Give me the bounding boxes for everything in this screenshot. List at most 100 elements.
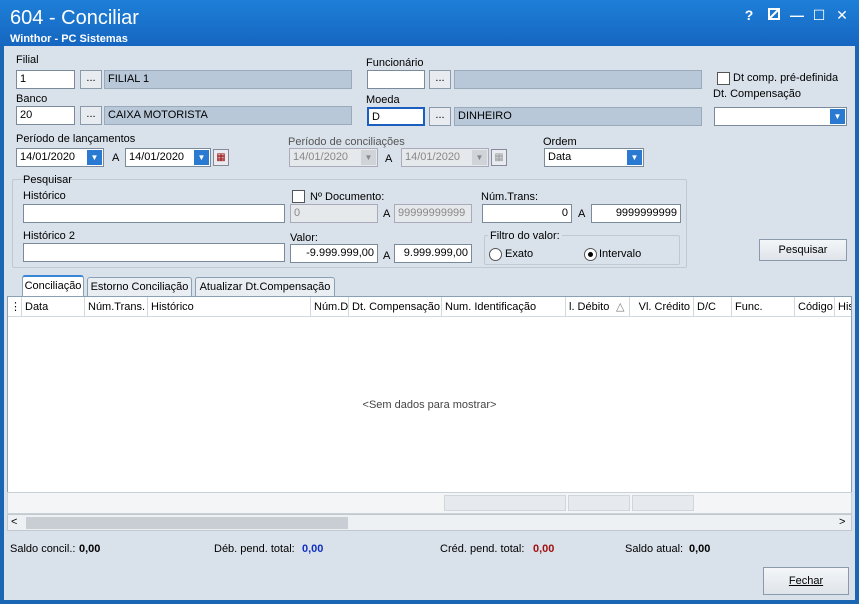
scrollbar-thumb[interactable] (26, 517, 348, 529)
ordem-select[interactable]: Data ▼ (544, 148, 644, 167)
periodo-conciliacoes-separator: A (385, 153, 393, 165)
historico2-input[interactable] (23, 243, 285, 262)
column-header-num-identificacao[interactable]: Num. Identificação (442, 297, 566, 317)
dt-compensacao-label: Dt. Compensação (713, 88, 802, 100)
column-header-dt-compensacao[interactable]: Dt. Compensação (349, 297, 442, 317)
horizontal-scrollbar[interactable]: < > (7, 514, 852, 531)
title-bar: 604 - Conciliar Winthor - PC Sistemas ? … (0, 0, 859, 46)
dt-compensacao-select[interactable]: ▼ (714, 107, 847, 126)
column-chooser-icon[interactable]: ⋮ (8, 297, 22, 317)
ndoc-separator: A (383, 208, 391, 220)
numtrans-separator: A (578, 208, 586, 220)
scroll-left-icon[interactable]: < (11, 515, 17, 530)
funcionario-label: Funcionário (366, 57, 424, 69)
tab-estorno-conciliacao[interactable]: Estorno Conciliação (87, 277, 192, 296)
scroll-right-icon[interactable]: > (839, 515, 845, 530)
banco-lookup-button[interactable]: ... (80, 106, 102, 125)
tab-atualizar-dt-compensacao[interactable]: Atualizar Dt.Compensação (195, 277, 335, 296)
pesquisar-button[interactable]: Pesquisar (759, 239, 847, 261)
saldo-atual-label: Saldo atual: (625, 543, 684, 555)
column-header-func[interactable]: Func. (732, 297, 795, 317)
numtrans-to-input[interactable]: 9999999999 (591, 204, 681, 223)
filtro-valor-label: Filtro do valor: (488, 230, 562, 242)
chevron-down-icon[interactable]: ▼ (87, 150, 102, 165)
moeda-code-input[interactable]: D (367, 107, 425, 126)
intervalo-radio[interactable] (584, 248, 597, 261)
minimize-button[interactable]: — (789, 8, 805, 22)
form-body: Filial 1 ... FILIAL 1 Funcionário ... Dt… (4, 46, 855, 600)
calendar-icon: ▦ (491, 149, 507, 166)
ndoc-checkbox[interactable] (292, 190, 305, 203)
valor-from-input[interactable]: -9.999.999,00 (290, 244, 378, 263)
column-header-vl-debito-label: l. Débito (569, 301, 610, 313)
funcionario-code-input[interactable] (367, 70, 425, 89)
banco-code-input[interactable]: 20 (16, 106, 75, 125)
chevron-down-icon: ▼ (361, 150, 376, 165)
column-header-data[interactable]: Data (22, 297, 85, 317)
column-header-numtrans[interactable]: Núm.Trans. (85, 297, 148, 317)
historico-label: Histórico (23, 190, 66, 202)
chevron-down-icon[interactable]: ▼ (194, 150, 209, 165)
dt-comp-checkbox[interactable] (717, 72, 730, 85)
column-header-numdoc[interactable]: Núm.Do (311, 297, 349, 317)
cred-pend-total-label: Créd. pend. total: (440, 543, 525, 555)
dt-comp-checkbox-label: Dt comp. pré-definida (733, 72, 839, 84)
footer-cell (568, 495, 630, 511)
column-header-codigo[interactable]: Código (795, 297, 835, 317)
funcionario-name-field (454, 70, 702, 89)
periodo-lancamentos-label: Período de lançamentos (16, 133, 136, 145)
periodo-lancamentos-to-input[interactable]: 14/01/2020 ▼ (125, 148, 211, 167)
historico-input[interactable] (23, 204, 285, 223)
tab-conciliacao[interactable]: Conciliação (22, 275, 84, 296)
intervalo-label: Intervalo (599, 248, 642, 260)
filial-lookup-button[interactable]: ... (80, 70, 102, 89)
moeda-name-field: DINHEIRO (454, 107, 702, 126)
deb-pend-total-label: Déb. pend. total: (214, 543, 295, 555)
close-window-button[interactable]: ✕ (834, 8, 850, 22)
periodo-conciliacoes-label: Período de conciliações (288, 136, 405, 148)
filial-label: Filial (16, 54, 39, 66)
column-header-vl-credito[interactable]: Vl. Crédito (630, 297, 694, 317)
historico2-label: Histórico 2 (23, 230, 75, 242)
pesquisar-group-label: Pesquisar (23, 174, 72, 186)
valor-label: Valor: (290, 232, 318, 244)
filial-code-input[interactable]: 1 (16, 70, 75, 89)
chevron-down-icon[interactable]: ▼ (830, 109, 845, 124)
filial-name-field: FILIAL 1 (104, 70, 352, 89)
moeda-lookup-button[interactable]: ... (429, 107, 451, 126)
restore-icon[interactable] (766, 8, 782, 22)
column-header-vl-debito[interactable]: l. Débito △ (566, 297, 630, 317)
chevron-down-icon: ▼ (472, 150, 487, 165)
empty-grid-message: <Sem dados para mostrar> (362, 399, 497, 411)
saldo-atual-value: 0,00 (689, 543, 711, 555)
periodo-lancamentos-from-input[interactable]: 14/01/2020 ▼ (16, 148, 104, 167)
help-button[interactable]: ? (741, 8, 757, 22)
ordem-value: Data (548, 151, 572, 163)
ndoc-to-input: 99999999999 (394, 204, 472, 223)
maximize-button[interactable]: ☐ (811, 8, 827, 22)
moeda-label: Moeda (366, 94, 400, 106)
exato-label: Exato (505, 248, 534, 260)
funcionario-lookup-button[interactable]: ... (429, 70, 451, 89)
footer-cell (444, 495, 566, 511)
periodo-lancamentos-to-value: 14/01/2020 (129, 151, 185, 163)
grid-footer (7, 492, 852, 514)
numtrans-label: Núm.Trans: (481, 191, 539, 203)
valor-to-input[interactable]: 9.999.999,00 (394, 244, 472, 263)
fechar-button[interactable]: Fechar (763, 567, 849, 595)
periodo-lancamentos-from-value: 14/01/2020 (20, 151, 76, 163)
exato-radio[interactable] (489, 248, 502, 261)
periodo-conciliacoes-to-value: 14/01/2020 (405, 151, 461, 163)
ndoc-label: Nº Documento: (310, 191, 385, 203)
column-header-dc[interactable]: D/C (694, 297, 732, 317)
ndoc-from-input: 0 (290, 204, 378, 223)
numtrans-from-input[interactable]: 0 (482, 204, 572, 223)
deb-pend-total-value: 0,00 (302, 543, 324, 555)
column-header-historico[interactable]: Histórico (148, 297, 311, 317)
sort-ascending-icon: △ (616, 301, 625, 313)
calendar-icon[interactable]: ▦ (213, 149, 229, 166)
chevron-down-icon[interactable]: ▼ (627, 150, 642, 165)
grid-header: ⋮ Data Núm.Trans. Histórico Núm.Do Dt. C… (8, 297, 851, 317)
column-header-historico-extra[interactable]: His (835, 297, 851, 317)
periodo-conciliacoes-from-value: 14/01/2020 (293, 151, 349, 163)
